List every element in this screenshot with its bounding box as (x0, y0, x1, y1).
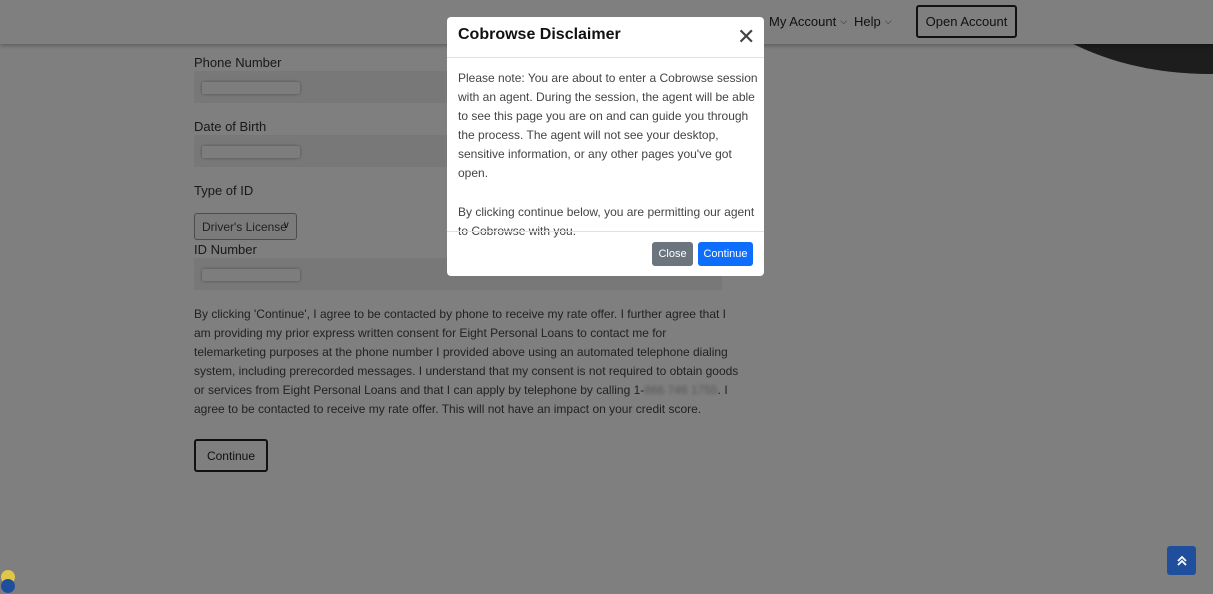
modal-header: Cobrowse Disclaimer ✕ (447, 17, 764, 58)
modal-body: Please note: You are about to enter a Co… (458, 69, 758, 241)
modal-continue-button[interactable]: Continue (698, 242, 753, 266)
modal-body-paragraph-1: Please note: You are about to enter a Co… (458, 71, 758, 181)
double-chevron-up-icon (1176, 555, 1187, 566)
modal-title: Cobrowse Disclaimer (458, 26, 621, 43)
chat-widget-icon[interactable] (1, 570, 15, 594)
widget-dot (1, 579, 15, 593)
modal-close-button[interactable]: Close (652, 242, 693, 266)
modal-footer: Close Continue (447, 231, 764, 276)
close-icon[interactable]: ✕ (737, 26, 755, 48)
cobrowse-disclaimer-modal: Cobrowse Disclaimer ✕ Please note: You a… (447, 17, 764, 276)
scroll-to-top-button[interactable] (1167, 546, 1196, 575)
